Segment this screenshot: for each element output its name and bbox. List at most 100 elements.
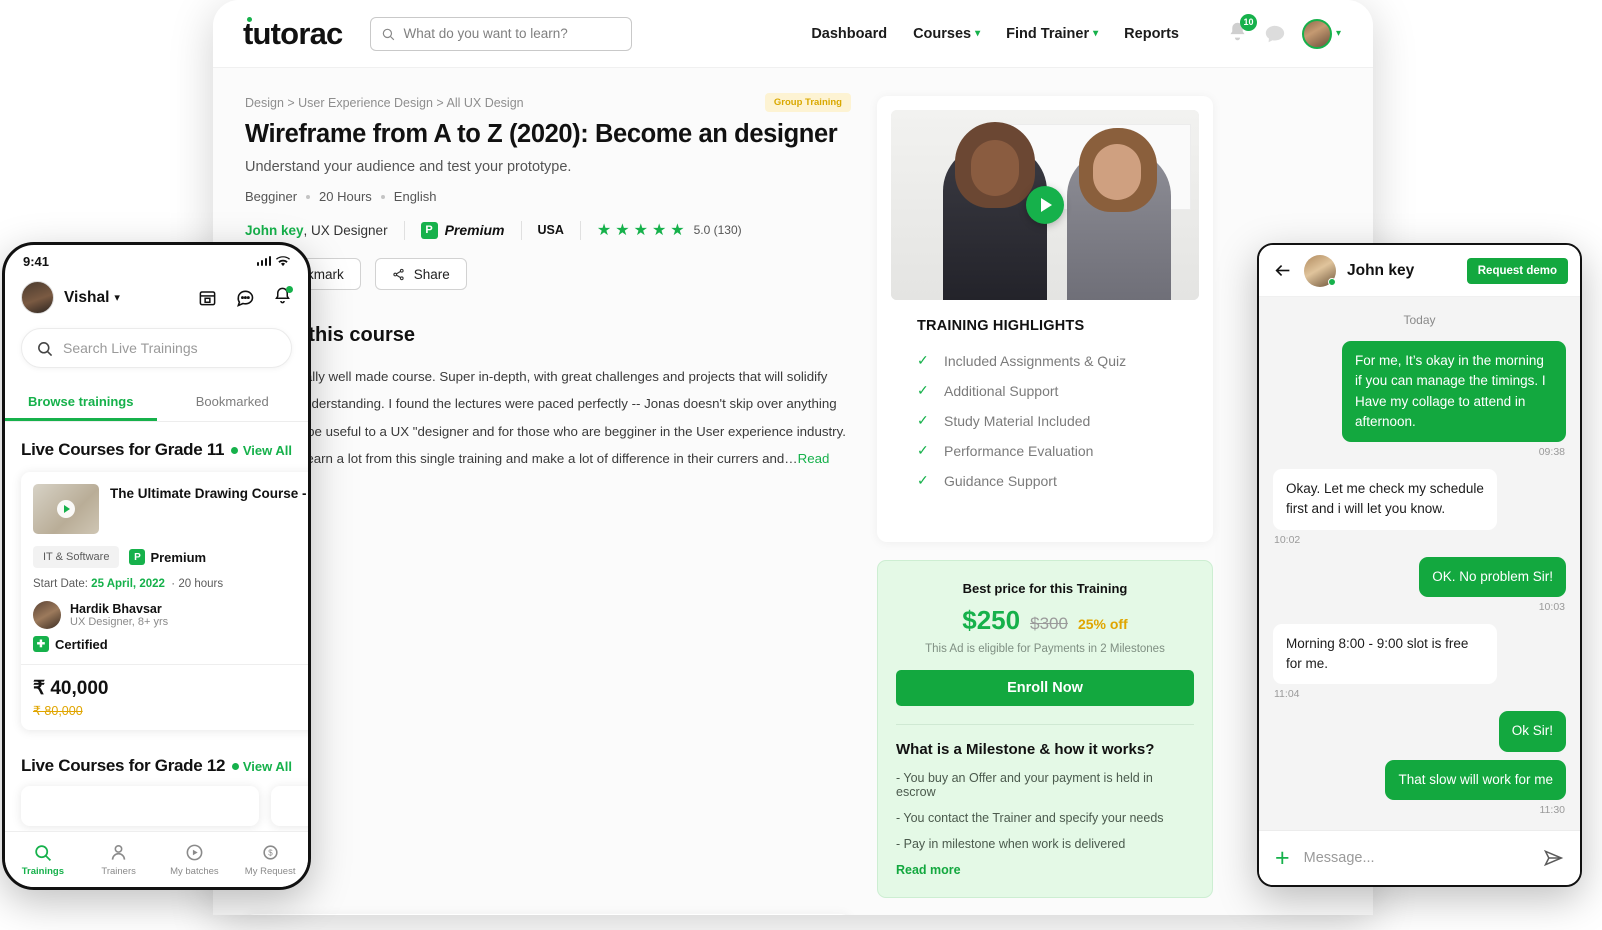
premium-label: Premium: [150, 550, 206, 565]
trainer-link[interactable]: John key, UX Designer: [245, 223, 388, 238]
view-all-link[interactable]: View All: [243, 443, 292, 458]
video-thumbnail[interactable]: [891, 110, 1199, 300]
course-card[interactable]: [21, 786, 259, 826]
notifications-button[interactable]: 10: [1227, 21, 1248, 47]
course-price: ₹ 40,000: [33, 677, 108, 700]
chat-messages[interactable]: Today For me, It’s okay in the morning i…: [1259, 297, 1580, 830]
bottom-nav-my-request[interactable]: $ My Request: [232, 843, 308, 877]
course-duration: 20 hours: [178, 578, 223, 590]
course-card[interactable]: The Ultimate Drawing Course - Beginner t…: [21, 472, 311, 730]
premium-p-icon: P: [421, 222, 438, 239]
star-icon: ★: [670, 220, 684, 240]
course-card-tags: IT & Software PPremium: [33, 546, 311, 568]
course-actions: Bookmark Share: [245, 258, 851, 290]
tab-bookmarked[interactable]: Bookmarked: [157, 384, 309, 421]
view-all-link[interactable]: View All: [243, 759, 292, 774]
global-search-input[interactable]: What do you want to learn?: [370, 17, 632, 51]
meta-hours: 20 Hours: [319, 189, 372, 204]
country-label: USA: [538, 223, 564, 237]
bottom-nav-trainers[interactable]: Trainers: [81, 843, 157, 877]
screenshot-root: tutorac What do you want to learn? Dashb…: [0, 0, 1602, 930]
meta-separator-icon: [306, 195, 310, 199]
mobile-search-input[interactable]: Search Live Trainings: [21, 328, 292, 368]
nav-label: Reports: [1124, 26, 1179, 42]
message-timestamp: 11:30: [1274, 804, 1565, 816]
search-icon: [36, 340, 53, 357]
signal-icon: [257, 256, 272, 266]
section-header-grade-11: Live Courses for Grade 11 View All: [5, 422, 308, 460]
bottom-nav-trainings[interactable]: Trainings: [5, 843, 81, 877]
milestone-heading: What is a Milestone & how it works?: [896, 741, 1194, 758]
course-card[interactable]: [271, 786, 311, 826]
chat-day-label: Today: [1273, 313, 1566, 327]
milestone-note: This Ad is eligible for Payments in 2 Mi…: [896, 643, 1194, 655]
certificate-icon: ✚: [33, 636, 49, 652]
nav-item-courses[interactable]: Courses▾: [913, 26, 980, 42]
nav-item-find-trainer[interactable]: Find Trainer▾: [1006, 26, 1098, 42]
request-demo-button[interactable]: Request demo: [1467, 258, 1568, 284]
enroll-now-button[interactable]: Enroll Now: [896, 670, 1194, 706]
mobile-tabs: Browse trainings Bookmarked: [5, 384, 308, 422]
message-timestamp: 10:03: [1274, 601, 1565, 613]
about-heading: About this course: [245, 324, 851, 347]
chat-bubble-icon[interactable]: [1264, 23, 1286, 45]
play-circle-icon: [157, 843, 233, 863]
refresh-dollar-icon: $: [232, 843, 308, 863]
share-icon: [392, 268, 405, 281]
chat-message-input[interactable]: Message...: [1304, 850, 1375, 866]
page-title: Wireframe from A to Z (2020): Become an …: [245, 120, 851, 149]
start-date-label: Start Date:: [33, 578, 88, 590]
tab-browse-trainings[interactable]: Browse trainings: [5, 384, 157, 421]
course-side-column: TRAINING HIGHLIGHTS ✓Included Assignment…: [877, 96, 1213, 898]
message-bubble-outgoing: That slow will work for me: [1385, 760, 1566, 800]
section-title: Live Courses for Grade 11: [21, 440, 224, 460]
highlights-heading: TRAINING HIGHLIGHTS: [917, 318, 1173, 334]
message-row: Ok Sir!: [1273, 711, 1566, 751]
avatar[interactable]: [21, 281, 54, 314]
brand-logo[interactable]: tutorac: [243, 16, 342, 52]
svg-text:$: $: [268, 848, 273, 857]
share-button[interactable]: Share: [375, 258, 467, 290]
check-icon: ✓: [917, 352, 929, 369]
star-icon: ★: [634, 220, 648, 240]
live-dot-icon: [231, 447, 238, 454]
person-1-face-shape: [971, 140, 1019, 196]
search-icon: [5, 843, 81, 863]
course-card-body: The Ultimate Drawing Course - Beginner t…: [21, 472, 311, 664]
page-content: Group Training Design > User Experience …: [213, 68, 1373, 898]
milestone-point: - You buy an Offer and your payment is h…: [896, 771, 1194, 799]
mobile-notifications-button[interactable]: [273, 286, 292, 310]
trainer-name: Hardik Bhavsar: [70, 602, 168, 616]
highlight-item: ✓Included Assignments & Quiz: [917, 352, 1173, 369]
send-icon[interactable]: [1542, 848, 1564, 868]
plus-icon[interactable]: +: [1275, 846, 1290, 871]
back-arrow-icon[interactable]: [1273, 262, 1293, 279]
chat-header: John key Request demo: [1259, 245, 1580, 297]
notification-badge: 10: [1240, 14, 1257, 31]
global-search-placeholder: What do you want to learn?: [403, 26, 567, 41]
premium-badge: P Premium: [421, 222, 505, 239]
mobile-search-placeholder: Search Live Trainings: [63, 340, 198, 356]
course-card-carousel: [5, 776, 308, 826]
message-bubble-incoming: Okay. Let me check my schedule first and…: [1273, 469, 1497, 530]
mobile-user-name: Vishal: [64, 289, 109, 307]
user-menu[interactable]: ▾: [1302, 19, 1341, 49]
nav-item-reports[interactable]: Reports: [1124, 26, 1179, 42]
bottom-nav-my-batches[interactable]: My batches: [157, 843, 233, 877]
breadcrumb[interactable]: Design > User Experience Design > All UX…: [245, 96, 851, 110]
chat-bubble-icon[interactable]: [235, 288, 255, 308]
course-thumbnail: [33, 484, 99, 534]
highlight-label: Additional Support: [944, 383, 1058, 399]
avatar: [33, 601, 61, 629]
chevron-down-icon: ▾: [975, 28, 980, 39]
avatar: [1302, 19, 1332, 49]
calendar-icon[interactable]: [198, 288, 217, 307]
milestone-read-more-link[interactable]: Read more: [896, 863, 1194, 877]
star-icon: ★: [652, 220, 666, 240]
about-text: "Really, really well made course. Super …: [245, 369, 846, 466]
message-bubble-outgoing: Ok Sir!: [1499, 711, 1566, 751]
user-switcher[interactable]: Vishal ▾: [64, 289, 120, 307]
online-status-dot-icon: [1328, 278, 1336, 286]
nav-item-dashboard[interactable]: Dashboard: [811, 26, 887, 42]
play-button[interactable]: [1026, 186, 1064, 224]
